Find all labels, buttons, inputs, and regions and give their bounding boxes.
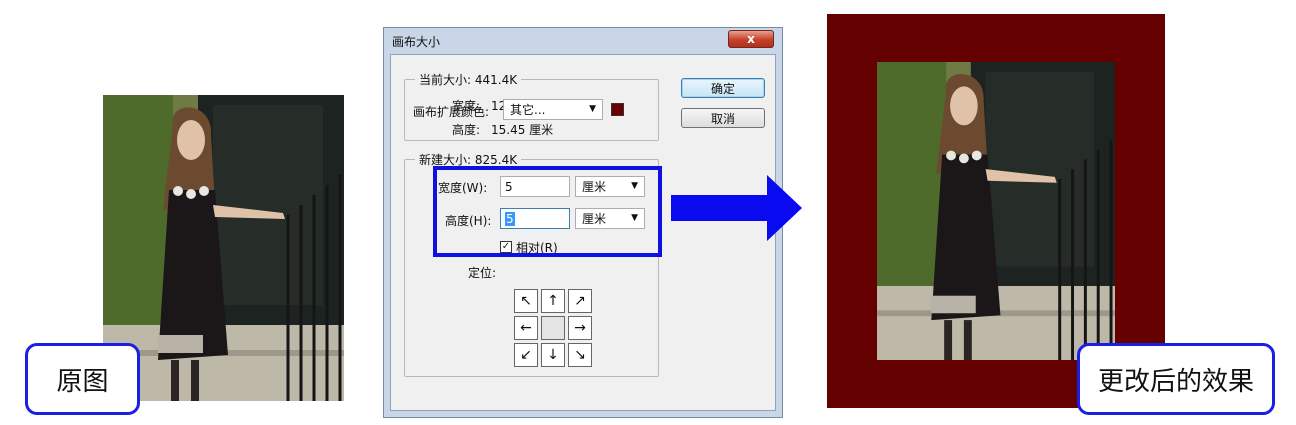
arrow-right-icon	[671, 175, 802, 241]
ok-button[interactable]: 确定	[681, 78, 765, 98]
result-caption: 更改后的效果	[1077, 343, 1275, 415]
anchor-center[interactable]	[541, 316, 565, 340]
arrow-down-left-icon: ↙	[520, 347, 532, 363]
extension-color-swatch[interactable]	[611, 103, 624, 116]
result-caption-text: 更改后的效果	[1097, 366, 1254, 397]
anchor-bottom[interactable]: ↓	[541, 343, 565, 367]
cancel-button[interactable]: 取消	[681, 108, 765, 128]
anchor-top-right[interactable]: ↗	[568, 289, 592, 313]
dialog-titlebar[interactable]: 画布大小 x	[384, 28, 782, 52]
current-height-value: 15.45 厘米	[491, 123, 554, 137]
extension-color-value: 其它...	[510, 103, 546, 117]
anchor-bottom-right[interactable]: ↘	[568, 343, 592, 367]
cancel-button-label: 取消	[710, 111, 735, 126]
close-icon: x	[747, 32, 755, 46]
extension-color-select[interactable]: 其它... ▼	[503, 99, 603, 120]
anchor-grid: ↖ ↑ ↗ ← → ↙ ↓ ↘	[514, 289, 592, 367]
dialog-title: 画布大小	[392, 35, 441, 49]
highlight-box	[433, 166, 662, 257]
arrow-up-icon: ↑	[547, 293, 559, 309]
current-height-label: 高度:	[452, 123, 481, 137]
extension-color-label: 画布扩展颜色:	[413, 105, 490, 119]
anchor-label: 定位:	[468, 266, 497, 280]
arrow-up-right-icon: ↗	[574, 293, 586, 309]
anchor-top[interactable]: ↑	[541, 289, 565, 313]
arrow-up-left-icon: ↖	[520, 293, 532, 309]
original-caption: 原图	[25, 343, 140, 415]
anchor-right[interactable]: →	[568, 316, 592, 340]
arrow-left-icon: ←	[520, 320, 532, 336]
arrow-down-right-icon: ↘	[574, 347, 586, 363]
anchor-top-left[interactable]: ↖	[514, 289, 538, 313]
anchor-bottom-left[interactable]: ↙	[514, 343, 538, 367]
original-caption-text: 原图	[56, 366, 109, 397]
ok-button-label: 确定	[710, 81, 735, 96]
current-size-legend: 当前大小: 441.4K	[415, 71, 522, 88]
result-photo	[877, 62, 1115, 360]
close-button[interactable]: x	[728, 30, 774, 48]
anchor-left[interactable]: ←	[514, 316, 538, 340]
arrow-down-icon: ↓	[547, 347, 559, 363]
arrow-right-icon: →	[574, 320, 586, 336]
chevron-down-icon: ▼	[589, 104, 596, 114]
